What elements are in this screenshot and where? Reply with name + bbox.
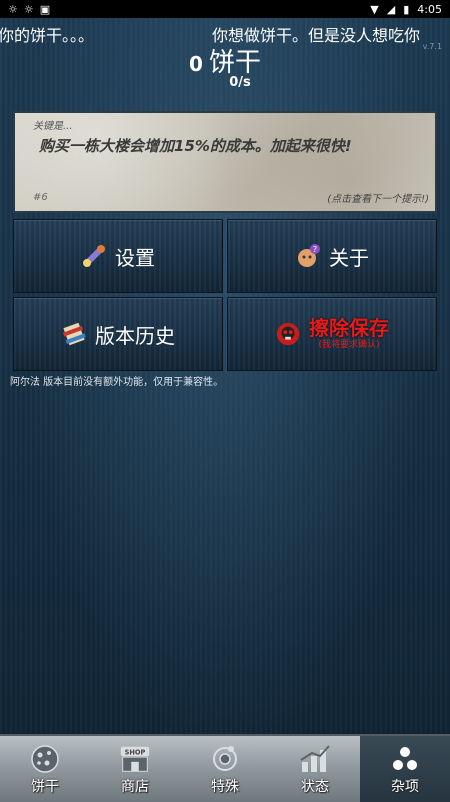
cookies-per-second: 0/s	[229, 75, 251, 90]
tab-cookies[interactable]: 饼干	[0, 736, 90, 802]
about-label: 关于	[329, 245, 369, 270]
scroll-icon	[61, 321, 87, 347]
bottom-tab-bar: 饼干 SHOP 商店 特殊 状态 杂项	[0, 734, 450, 802]
tab-special[interactable]: 特殊	[180, 736, 270, 802]
special-icon	[208, 744, 242, 774]
erase-save-label: 擦除保存	[309, 316, 389, 340]
erase-save-text: 擦除保存 (我将要求确认)	[309, 318, 389, 350]
tip-text: 购买一栋大楼会增加15%的成本。加起来很快!	[39, 137, 352, 155]
shop-icon: SHOP	[118, 744, 152, 774]
battery-icon: ▮	[403, 2, 410, 16]
status-indicators: ▼ ◢ ▮ 4:05	[370, 3, 442, 16]
erase-save-subtitle: (我将要求确认)	[318, 340, 380, 350]
tip-label: 关键是...	[33, 121, 73, 132]
system-status-bar: ☼ ☼ ▣ ▼ ◢ ▮ 4:05	[0, 0, 450, 18]
app-screen: 你的饼干。。。 你想做饼干。但是没人想吃你 v.7.1 0 饼干 0/s 关键是…	[0, 18, 450, 802]
version-history-label: 版本历史	[95, 323, 175, 348]
question-head-icon: ?	[295, 243, 321, 269]
tab-label: 特殊	[211, 779, 239, 795]
tab-label: 饼干	[31, 779, 59, 795]
svg-text:SHOP: SHOP	[125, 748, 146, 756]
status-notifications: ☼ ☼ ▣	[8, 3, 50, 16]
stats-icon	[298, 744, 332, 774]
settings-label: 设置	[115, 245, 155, 270]
version-history-button[interactable]: 版本历史	[13, 297, 223, 371]
about-button[interactable]: ? 关于	[227, 219, 437, 293]
skull-icon	[275, 321, 301, 347]
cookie-counter: 0 饼干 0/s	[0, 42, 450, 90]
bug-icon: ☼	[8, 2, 18, 16]
compatibility-note: 阿尔法 版本目前没有额外功能，仅用于兼容性。	[10, 377, 224, 388]
tab-label: 状态	[301, 779, 329, 795]
bug-icon: ☼	[23, 2, 34, 16]
tip-panel[interactable]: 关键是... 购买一栋大楼会增加15%的成本。加起来很快! #6 (点击查看下一…	[13, 111, 437, 213]
signal-icon: ◢	[386, 2, 396, 16]
erase-save-button[interactable]: 擦除保存 (我将要求确认)	[227, 297, 437, 371]
tab-stats[interactable]: 状态	[270, 736, 360, 802]
misc-icon	[388, 744, 422, 774]
status-time: 4:05	[417, 2, 442, 16]
sim-icon: ▣	[39, 2, 51, 16]
cookie-unit: 饼干	[208, 48, 261, 78]
next-tip-hint: (点击查看下一个提示!)	[327, 194, 429, 205]
svg-text:?: ?	[313, 245, 317, 254]
wrench-icon	[81, 243, 107, 269]
wifi-icon: ▼	[370, 2, 379, 16]
cookie-count: 0	[189, 52, 203, 76]
tab-misc[interactable]: 杂项	[360, 736, 450, 802]
cookie-icon	[28, 744, 62, 774]
tab-label: 商店	[121, 779, 149, 795]
tip-number: #6	[33, 192, 48, 203]
settings-button[interactable]: 设置	[13, 219, 223, 293]
tab-label: 杂项	[391, 779, 419, 795]
tab-shop[interactable]: SHOP 商店	[90, 736, 180, 802]
